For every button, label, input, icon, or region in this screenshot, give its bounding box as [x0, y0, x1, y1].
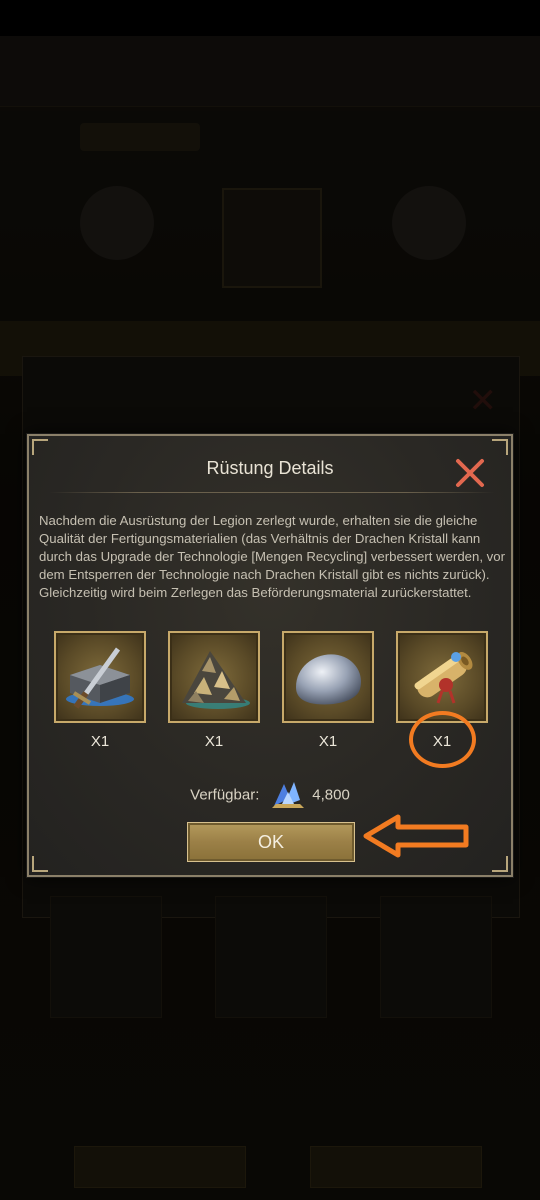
iron-ingot-sword-icon — [66, 647, 134, 709]
title-divider — [49, 492, 495, 493]
material-slot[interactable] — [396, 631, 488, 723]
close-icon — [456, 459, 484, 487]
ore-pile-icon — [182, 651, 250, 709]
material-item[interactable]: X1 — [168, 631, 260, 750]
available-value: 4,800 — [312, 786, 350, 804]
scroll-icon — [414, 652, 473, 704]
material-quantity: X1 — [204, 733, 224, 750]
armor-details-dialog: Rüstung Details Nachdem die Ausrüstung d… — [27, 434, 513, 877]
available-row: Verfügbar: 4,800 — [29, 780, 511, 810]
dialog-corner-ornament — [492, 439, 508, 455]
material-item[interactable]: X1 — [282, 631, 374, 750]
ok-button[interactable]: OK — [187, 822, 355, 862]
dialog-corner-ornament — [492, 856, 508, 872]
annotation-arrow-icon — [363, 814, 469, 858]
dialog-description: Nachdem die Ausrüstung der Legion zerleg… — [39, 513, 505, 600]
material-quantity: X1 — [318, 733, 338, 750]
dialog-corner-ornament — [32, 856, 48, 872]
available-label: Verfügbar: — [190, 786, 260, 804]
dialog-title: Rüstung Details — [206, 458, 334, 478]
dialog-corner-ornament — [32, 439, 48, 455]
material-quantity: X1 — [90, 733, 110, 750]
material-slot[interactable] — [168, 631, 260, 723]
material-item[interactable]: X1 — [54, 631, 146, 750]
close-button[interactable] — [453, 456, 487, 490]
drachen-kristall-icon — [270, 780, 306, 810]
annotation-circle — [409, 711, 476, 768]
material-slot[interactable] — [282, 631, 374, 723]
silver-stone-icon — [296, 654, 362, 705]
material-slot[interactable] — [54, 631, 146, 723]
